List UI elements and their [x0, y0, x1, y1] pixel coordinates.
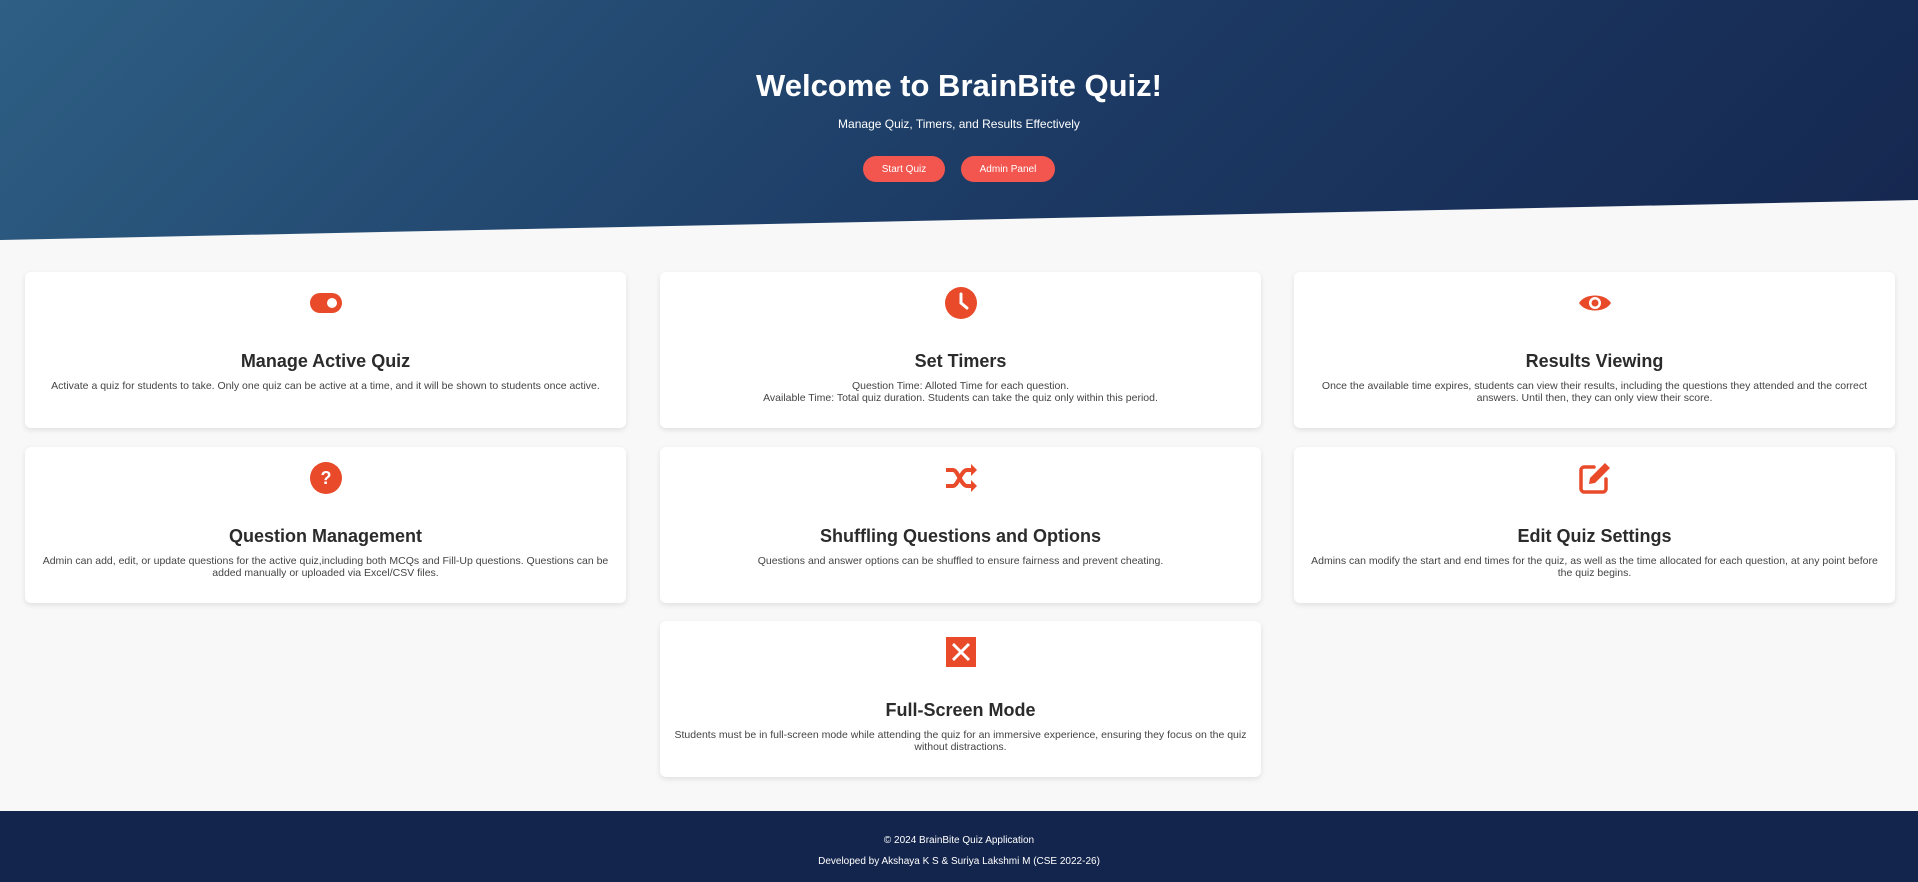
feature-title: Shuffling Questions and Options	[820, 526, 1101, 546]
feature-title: Results Viewing	[1525, 351, 1664, 371]
admin-panel-button[interactable]: Admin Panel	[961, 156, 1055, 182]
svg-text:?: ?	[320, 468, 331, 488]
footer: © 2024 BrainBite Quiz Application Develo…	[0, 811, 1918, 882]
feature-card-question-management: ? Question Management Admin can add, edi…	[25, 447, 626, 603]
feature-card-edit-quiz-settings: Edit Quiz Settings Admins can modify the…	[1294, 447, 1895, 603]
start-quiz-button[interactable]: Start Quiz	[863, 156, 945, 182]
feature-card-results-viewing: Results Viewing Once the available time …	[1294, 272, 1895, 428]
feature-description: Activate a quiz for students to take. On…	[51, 380, 600, 392]
eye-icon	[1578, 286, 1612, 320]
clock-icon	[944, 286, 978, 320]
feature-description: Questions and answer options can be shuf…	[757, 555, 1164, 567]
feature-card-shuffling: Shuffling Questions and Options Question…	[660, 447, 1261, 603]
hero-subtitle: Manage Quiz, Timers, and Results Effecti…	[838, 117, 1080, 131]
question-circle-icon: ?	[309, 461, 343, 495]
toggle-on-icon	[309, 286, 343, 320]
feature-card-set-timers: Set Timers Question Time: Alloted Time f…	[660, 272, 1261, 428]
feature-title: Full-Screen Mode	[885, 700, 1036, 720]
feature-description: Students must be in full-screen mode whi…	[674, 729, 1247, 753]
feature-card-manage-active-quiz: Manage Active Quiz Activate a quiz for s…	[25, 272, 626, 428]
feature-description: Admins can modify the start and end time…	[1311, 555, 1878, 579]
hero-title: Welcome to BrainBite Quiz!	[756, 68, 1162, 103]
feature-description: Question Time: Alloted Time for each que…	[763, 380, 1158, 404]
feature-title: Set Timers	[914, 351, 1007, 371]
expand-icon	[944, 635, 978, 669]
feature-description: Once the available time expires, student…	[1321, 380, 1868, 404]
footer-developers: Developed by Akshaya K S & Suriya Lakshm…	[818, 856, 1100, 867]
feature-description: Admin can add, edit, or update questions…	[42, 555, 609, 579]
feature-title: Manage Active Quiz	[240, 351, 411, 371]
hero-section: Welcome to BrainBite Quiz! Manage Quiz, …	[0, 0, 1918, 240]
hero-buttons: Start Quiz Admin Panel	[0, 156, 1918, 182]
feature-card-full-screen-mode: Full-Screen Mode Students must be in ful…	[660, 621, 1261, 777]
feature-title: Question Management	[228, 526, 423, 546]
shuffle-icon	[944, 461, 978, 495]
feature-title: Edit Quiz Settings	[1517, 526, 1672, 546]
edit-icon	[1578, 461, 1612, 495]
footer-copyright: © 2024 BrainBite Quiz Application	[883, 835, 1035, 846]
